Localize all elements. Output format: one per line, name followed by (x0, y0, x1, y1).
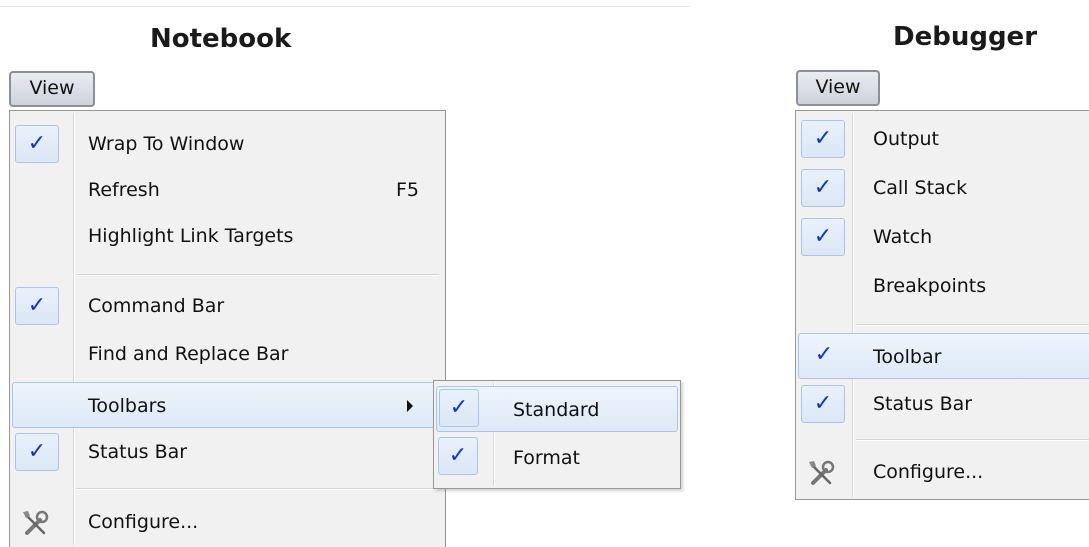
notebook-title: Notebook (150, 24, 292, 54)
menu-separator (76, 488, 439, 490)
tools-icon (809, 460, 835, 485)
menu-separator (856, 324, 1089, 326)
tools-icon (23, 510, 49, 535)
menu-item-configure[interactable]: Configure... (12, 499, 443, 545)
check-icon: ✓ (801, 218, 845, 256)
debugger-view-menu: ✓ Output ✓ Call Stack ✓ Watch Breakpoint… (795, 110, 1089, 500)
check-icon: ✓ (438, 437, 478, 475)
menu-item-label: Find and Replace Bar (88, 343, 289, 365)
menu-item-label: Refresh (88, 179, 160, 201)
menu-item-configure[interactable]: Configure... (798, 449, 1089, 495)
menu-separator (76, 274, 439, 276)
check-icon: ✓ (801, 169, 845, 207)
check-icon: ✓ (15, 287, 59, 325)
debugger-view-menu-button[interactable]: View (796, 70, 880, 106)
check-icon: ✓ (15, 433, 59, 471)
menu-item-label: Breakpoints (873, 275, 987, 297)
menu-item-status-bar[interactable]: ✓ Status Bar (12, 429, 443, 475)
menu-item-label: Toolbars (88, 395, 167, 417)
notebook-view-menu: ✓ Wrap To Window Refresh F5 Highlight Li… (9, 110, 446, 547)
menu-item-output[interactable]: ✓ Output (798, 116, 1089, 162)
submenu-item-standard[interactable]: ✓ Standard (436, 386, 678, 432)
menu-item-breakpoints[interactable]: Breakpoints (798, 263, 1089, 309)
menu-item-label: Configure... (88, 511, 199, 533)
menu-item-toolbars[interactable]: Toolbars (12, 382, 443, 428)
menu-item-refresh[interactable]: Refresh F5 (12, 167, 443, 213)
menu-separator (856, 439, 1089, 441)
screenshot-canvas: Notebook View ✓ Wrap To Window Refresh F… (0, 0, 1089, 547)
notebook-view-menu-button[interactable]: View (9, 71, 95, 107)
check-icon: ✓ (439, 389, 479, 427)
menu-item-wrap-to-window[interactable]: ✓ Wrap To Window (12, 121, 443, 167)
menu-item-watch[interactable]: ✓ Watch (798, 214, 1089, 260)
menu-item-label: Highlight Link Targets (88, 225, 294, 247)
debugger-title: Debugger (893, 22, 1038, 52)
menu-item-label: Configure... (873, 461, 984, 483)
menu-item-label: Wrap To Window (88, 133, 245, 155)
menu-item-label: Command Bar (88, 295, 225, 317)
check-icon: ✓ (801, 120, 845, 158)
menu-item-highlight-link-targets[interactable]: Highlight Link Targets (12, 213, 443, 259)
menu-item-label: Format (513, 447, 580, 469)
menu-item-label: Status Bar (873, 393, 973, 415)
menu-item-label: Output (873, 128, 939, 150)
menu-item-status-bar[interactable]: ✓ Status Bar (798, 381, 1089, 427)
menu-item-label: Call Stack (873, 177, 968, 199)
menu-item-toolbar[interactable]: ✓ Toolbar (798, 333, 1089, 379)
menu-item-label: Watch (873, 226, 933, 248)
menu-item-label: Standard (513, 399, 600, 421)
shortcut-label: F5 (396, 179, 420, 201)
menu-item-call-stack[interactable]: ✓ Call Stack (798, 165, 1089, 211)
menu-item-label: Toolbar (873, 346, 942, 368)
submenu-item-format[interactable]: ✓ Format (436, 435, 678, 481)
divider (0, 6, 690, 7)
check-icon: ✓ (15, 125, 59, 163)
menu-item-label: Status Bar (88, 441, 188, 463)
check-icon: ✓ (814, 342, 834, 367)
toolbars-submenu: ✓ Standard ✓ Format (433, 380, 681, 489)
menu-item-find-and-replace-bar[interactable]: Find and Replace Bar (12, 331, 443, 377)
menu-item-command-bar[interactable]: ✓ Command Bar (12, 283, 443, 329)
check-icon: ✓ (801, 385, 845, 423)
submenu-arrow-icon (407, 400, 413, 412)
